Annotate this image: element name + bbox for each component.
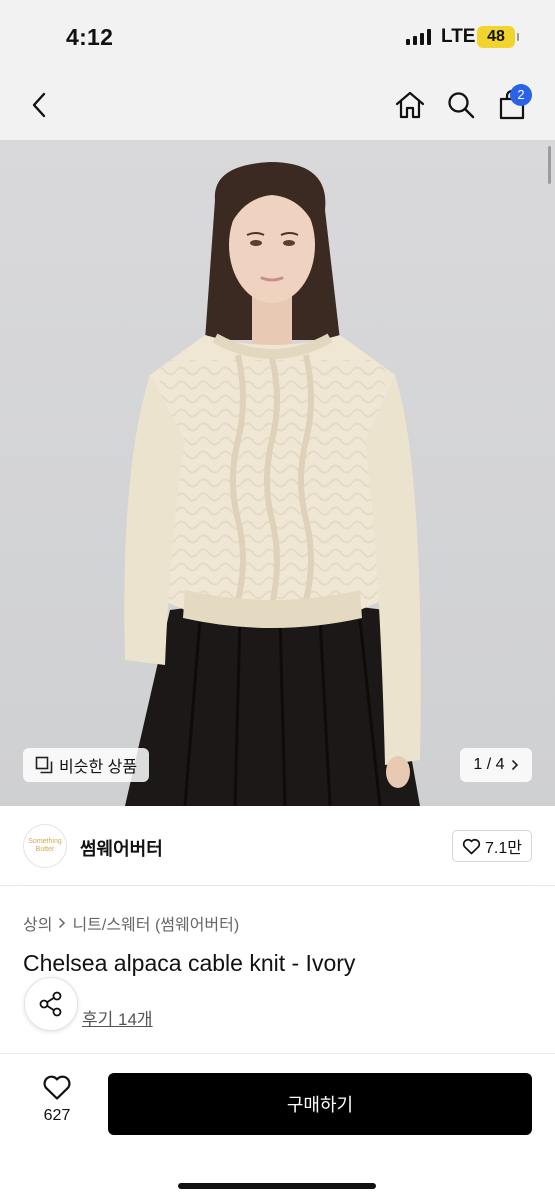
reviews-link[interactable]: 후기 14개 (82, 1005, 153, 1030)
home-icon (395, 91, 425, 119)
chevron-right-icon (511, 759, 518, 771)
back-button[interactable] (22, 87, 58, 123)
home-indicator[interactable] (178, 1183, 376, 1189)
similar-items-icon (35, 756, 53, 774)
share-icon (39, 991, 62, 1017)
wish-button[interactable]: 627 (30, 1074, 84, 1125)
heart-icon (43, 1075, 71, 1100)
brand-like-button[interactable]: 7.1만 (452, 830, 532, 862)
breadcrumb-item[interactable]: 니트/스웨터 (썸웨어버터) (72, 911, 239, 935)
similar-products-label: 비슷한 상품 (59, 759, 138, 776)
heart-icon (462, 838, 481, 854)
brand-logo[interactable]: Something Butter (23, 824, 67, 868)
signal-icon (406, 29, 431, 45)
scroll-indicator[interactable] (548, 146, 551, 184)
back-icon (32, 92, 46, 118)
brand-row[interactable]: Something Butter 썸웨어버터 7.1만 (0, 806, 555, 886)
buy-button[interactable]: 구매하기 (108, 1073, 532, 1135)
similar-products-button[interactable]: 비슷한 상품 (23, 748, 150, 782)
wish-count: 627 (43, 1107, 71, 1124)
share-button[interactable] (24, 977, 78, 1031)
page-indicator: 1 / 4 (473, 756, 505, 773)
home-button[interactable] (392, 87, 428, 123)
status-time: 4:12 (66, 24, 114, 50)
product-title: Chelsea alpaca cable knit - Ivory (23, 950, 356, 976)
breadcrumb: 상의 니트/스웨터 (썸웨어버터) (23, 911, 239, 935)
product-image-gallery[interactable]: 비슷한 상품 1 / 4 (0, 140, 555, 806)
navigation-bar (0, 70, 555, 140)
search-icon (448, 92, 475, 119)
brand-like-count: 7.1만 (485, 840, 522, 857)
battery-icon: 48 (477, 26, 519, 48)
status-bar: 4:12 LTE 48 (0, 0, 555, 70)
cart-count-badge: 2 (510, 84, 532, 106)
search-button[interactable] (443, 87, 479, 123)
breadcrumb-item[interactable]: 상의 (23, 911, 52, 935)
image-pager[interactable]: 1 / 4 (460, 748, 532, 782)
bottom-action-bar: 627 구매하기 (0, 1053, 555, 1200)
network-label: LTE (441, 26, 476, 47)
brand-logo-text: Something Butter (28, 838, 62, 853)
product-photo (124, 162, 421, 806)
brand-name[interactable]: 썸웨어버터 (80, 835, 163, 861)
chevron-right-icon (59, 917, 66, 929)
